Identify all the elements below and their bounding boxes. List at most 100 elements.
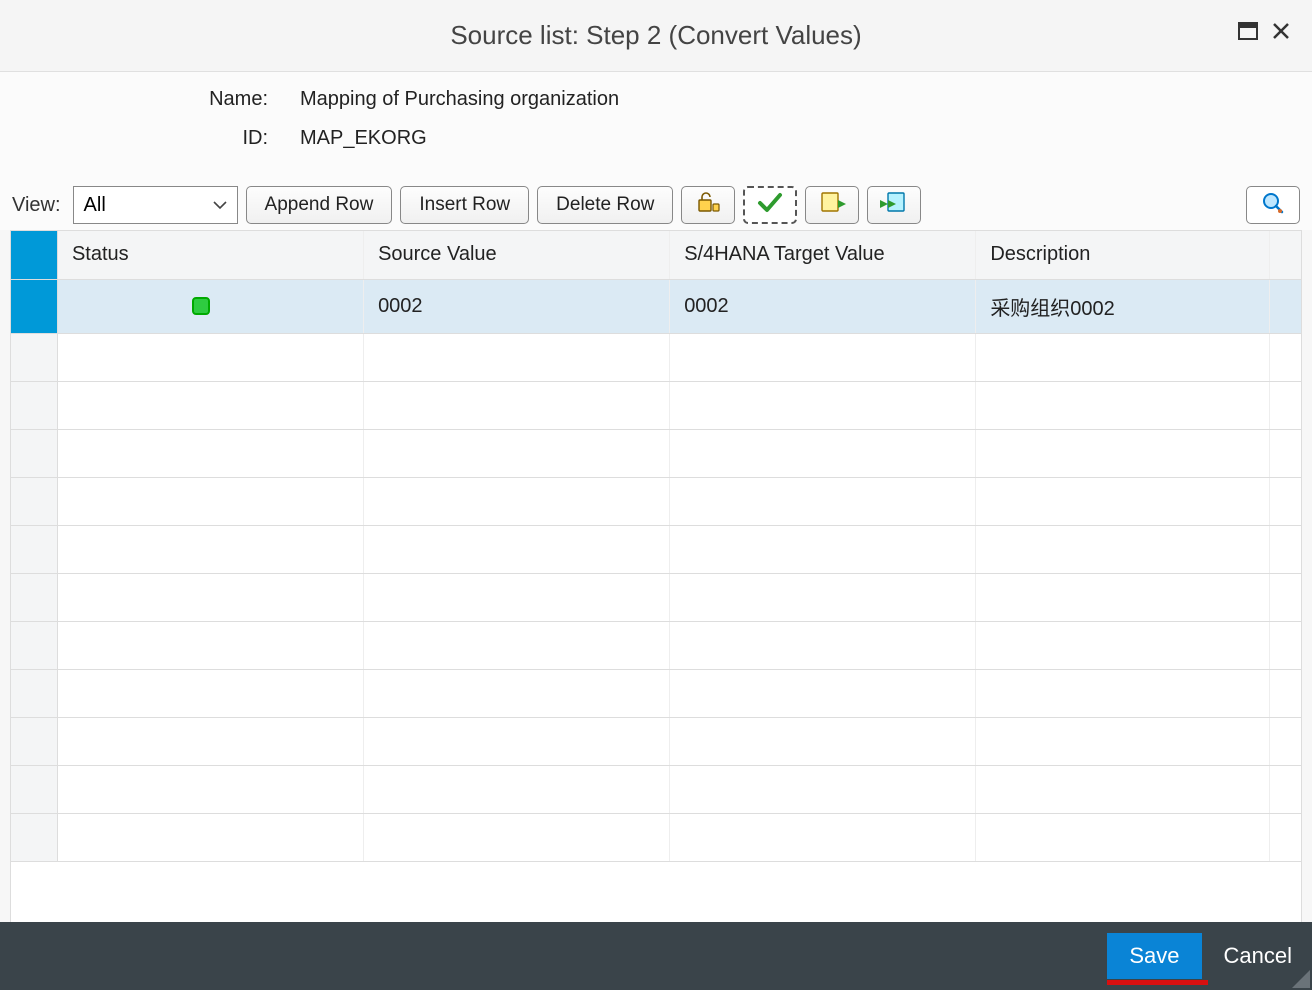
unlock-icon: [695, 190, 721, 220]
cell-scroll-gutter: [1269, 621, 1301, 669]
close-icon[interactable]: [1272, 22, 1290, 45]
import-button[interactable]: [867, 186, 921, 224]
cell-empty[interactable]: [57, 765, 363, 813]
table-row[interactable]: [11, 669, 1301, 717]
cancel-button[interactable]: Cancel: [1224, 943, 1292, 969]
cell-empty[interactable]: [364, 573, 670, 621]
table-row[interactable]: [11, 621, 1301, 669]
row-selector[interactable]: [11, 765, 57, 813]
cell-empty[interactable]: [364, 429, 670, 477]
cell-empty[interactable]: [976, 813, 1269, 861]
table-row[interactable]: [11, 477, 1301, 525]
row-selector[interactable]: [11, 717, 57, 765]
cell-scroll-gutter: [1269, 525, 1301, 573]
cell-empty[interactable]: [670, 429, 976, 477]
row-selector[interactable]: [11, 279, 57, 333]
select-all-header[interactable]: [11, 231, 57, 279]
cell-empty[interactable]: [364, 381, 670, 429]
cell-empty[interactable]: [976, 333, 1269, 381]
cell-target-value[interactable]: 0002: [670, 279, 976, 333]
cell-source-value[interactable]: 0002: [364, 279, 670, 333]
name-label: Name:: [0, 88, 300, 111]
cell-empty[interactable]: [976, 381, 1269, 429]
cell-empty[interactable]: [57, 429, 363, 477]
cell-empty[interactable]: [976, 429, 1269, 477]
append-row-button[interactable]: Append Row: [246, 186, 393, 224]
unlock-button[interactable]: [681, 186, 735, 224]
table-row[interactable]: [11, 765, 1301, 813]
cell-empty[interactable]: [364, 525, 670, 573]
table-row[interactable]: [11, 525, 1301, 573]
cell-empty[interactable]: [364, 621, 670, 669]
row-selector[interactable]: [11, 669, 57, 717]
export-button[interactable]: [805, 186, 859, 224]
column-header-source[interactable]: Source Value: [364, 231, 670, 279]
cell-empty[interactable]: [670, 573, 976, 621]
cell-empty[interactable]: [670, 333, 976, 381]
cell-empty[interactable]: [670, 621, 976, 669]
view-select[interactable]: All: [73, 186, 238, 224]
cell-empty[interactable]: [57, 573, 363, 621]
view-label: View:: [12, 194, 61, 217]
cell-empty[interactable]: [976, 765, 1269, 813]
cell-empty[interactable]: [670, 381, 976, 429]
delete-row-button[interactable]: Delete Row: [537, 186, 673, 224]
cell-empty[interactable]: [364, 669, 670, 717]
cell-description[interactable]: 采购组织0002: [976, 279, 1269, 333]
cell-empty[interactable]: [364, 813, 670, 861]
row-selector[interactable]: [11, 813, 57, 861]
cell-empty[interactable]: [57, 813, 363, 861]
cell-empty[interactable]: [57, 525, 363, 573]
id-value: MAP_EKORG: [300, 127, 427, 150]
row-selector[interactable]: [11, 525, 57, 573]
row-selector[interactable]: [11, 429, 57, 477]
table-row[interactable]: [11, 381, 1301, 429]
cell-empty[interactable]: [670, 525, 976, 573]
cell-empty[interactable]: [364, 765, 670, 813]
row-selector[interactable]: [11, 381, 57, 429]
cell-empty[interactable]: [976, 525, 1269, 573]
cell-scroll-gutter: [1269, 813, 1301, 861]
resize-grip-icon[interactable]: [1292, 970, 1310, 988]
cell-empty[interactable]: [364, 477, 670, 525]
table-row[interactable]: [11, 429, 1301, 477]
row-selector[interactable]: [11, 477, 57, 525]
cell-empty[interactable]: [670, 477, 976, 525]
cell-empty[interactable]: [670, 717, 976, 765]
search-button[interactable]: [1246, 186, 1300, 224]
check-button[interactable]: [743, 186, 797, 224]
cell-empty[interactable]: [976, 717, 1269, 765]
table-row[interactable]: [11, 333, 1301, 381]
cell-empty[interactable]: [364, 717, 670, 765]
row-selector[interactable]: [11, 573, 57, 621]
table-row[interactable]: 00020002采购组织0002: [11, 279, 1301, 333]
insert-row-button[interactable]: Insert Row: [400, 186, 529, 224]
cell-empty[interactable]: [670, 765, 976, 813]
row-selector[interactable]: [11, 621, 57, 669]
footer: Save Cancel: [0, 922, 1312, 990]
cell-empty[interactable]: [57, 717, 363, 765]
save-button[interactable]: Save: [1107, 933, 1201, 979]
cell-empty[interactable]: [670, 669, 976, 717]
table-row[interactable]: [11, 813, 1301, 861]
cell-empty[interactable]: [976, 573, 1269, 621]
cell-empty[interactable]: [57, 381, 363, 429]
column-header-description[interactable]: Description: [976, 231, 1269, 279]
column-header-status[interactable]: Status: [57, 231, 363, 279]
table-row[interactable]: [11, 717, 1301, 765]
maximize-icon[interactable]: [1238, 22, 1258, 45]
row-selector[interactable]: [11, 333, 57, 381]
cell-empty[interactable]: [976, 669, 1269, 717]
cell-empty[interactable]: [364, 333, 670, 381]
cell-empty[interactable]: [976, 621, 1269, 669]
cell-empty[interactable]: [57, 621, 363, 669]
id-label: ID:: [0, 127, 300, 150]
cell-empty[interactable]: [57, 333, 363, 381]
column-header-target[interactable]: S/4HANA Target Value: [670, 231, 976, 279]
cell-empty[interactable]: [976, 477, 1269, 525]
cell-empty[interactable]: [57, 669, 363, 717]
table-row[interactable]: [11, 573, 1301, 621]
cell-empty[interactable]: [57, 477, 363, 525]
cell-scroll-gutter: [1269, 573, 1301, 621]
cell-empty[interactable]: [670, 813, 976, 861]
